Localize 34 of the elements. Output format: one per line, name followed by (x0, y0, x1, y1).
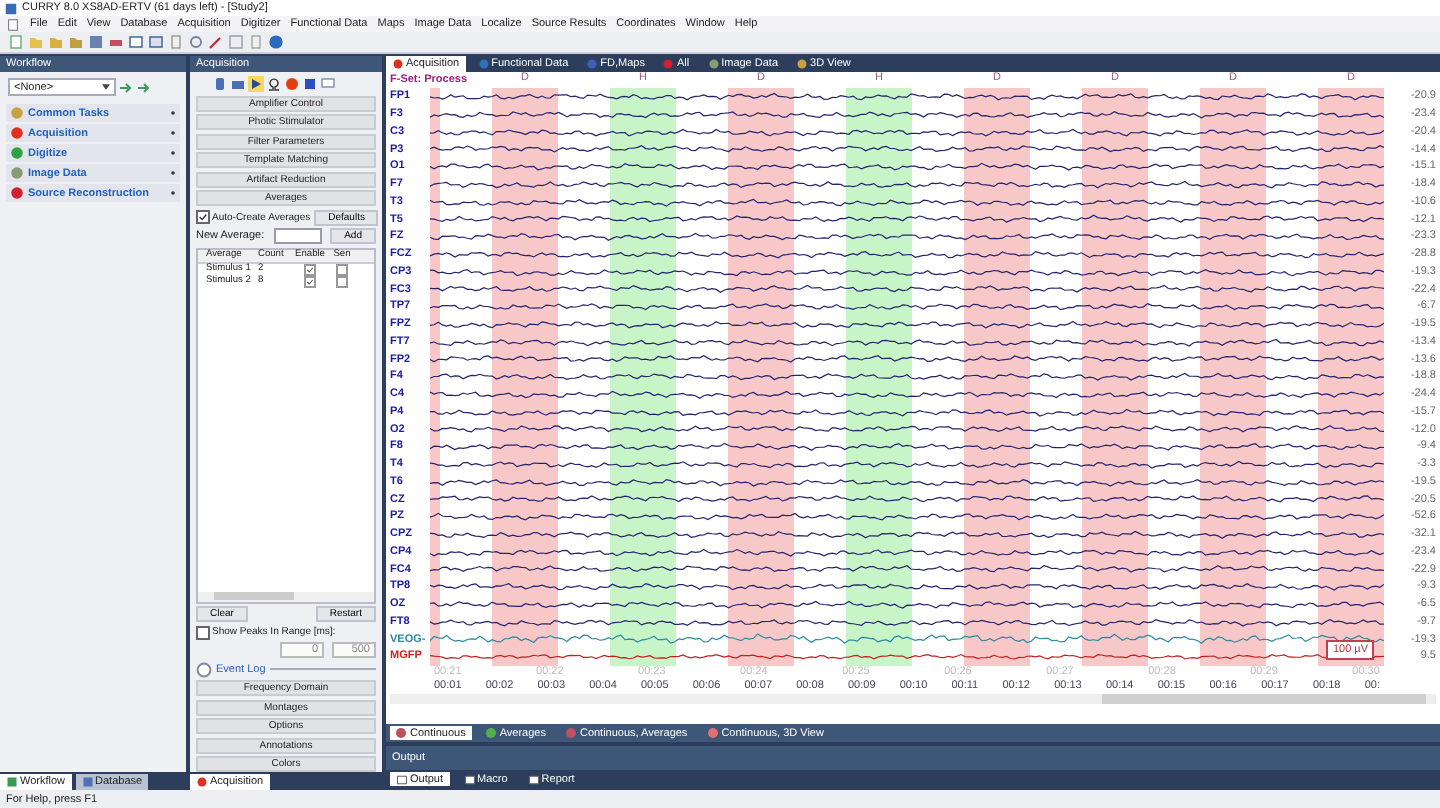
scrollbar[interactable] (198, 591, 374, 601)
arrow-icon[interactable] (136, 79, 152, 95)
bullet-icon (170, 190, 176, 196)
window-icon (527, 773, 540, 785)
tab-icon (477, 58, 490, 70)
help-icon[interactable] (268, 34, 284, 50)
bullet-icon (170, 130, 176, 136)
bullet-icon (170, 150, 176, 156)
checkbox[interactable] (196, 210, 210, 224)
tab-icon (81, 776, 94, 788)
bullet-icon (170, 170, 176, 176)
impedance-icon[interactable] (266, 76, 282, 92)
page-icon[interactable] (168, 34, 184, 50)
checkbox[interactable] (196, 625, 210, 639)
window-icon (396, 773, 408, 785)
bullet-icon (170, 110, 176, 116)
new-file-icon[interactable] (8, 34, 24, 50)
scrollbar[interactable] (390, 693, 1436, 704)
stop-icon[interactable] (302, 76, 318, 92)
caret-icon (102, 84, 110, 90)
tab-icon (6, 776, 18, 788)
tab-icon (586, 58, 599, 70)
app-icon (4, 1, 18, 15)
tab-icon (662, 58, 675, 70)
tab-icon (392, 58, 404, 70)
window-icon (463, 773, 476, 785)
arrow-icon[interactable] (118, 79, 134, 95)
play-icon[interactable] (248, 76, 264, 92)
record-icon (196, 776, 208, 788)
tab-icon (796, 58, 809, 70)
collapse-icon[interactable] (196, 661, 212, 677)
record-icon[interactable] (284, 76, 300, 92)
tab-icon (707, 58, 720, 70)
input-field[interactable] (273, 228, 322, 244)
